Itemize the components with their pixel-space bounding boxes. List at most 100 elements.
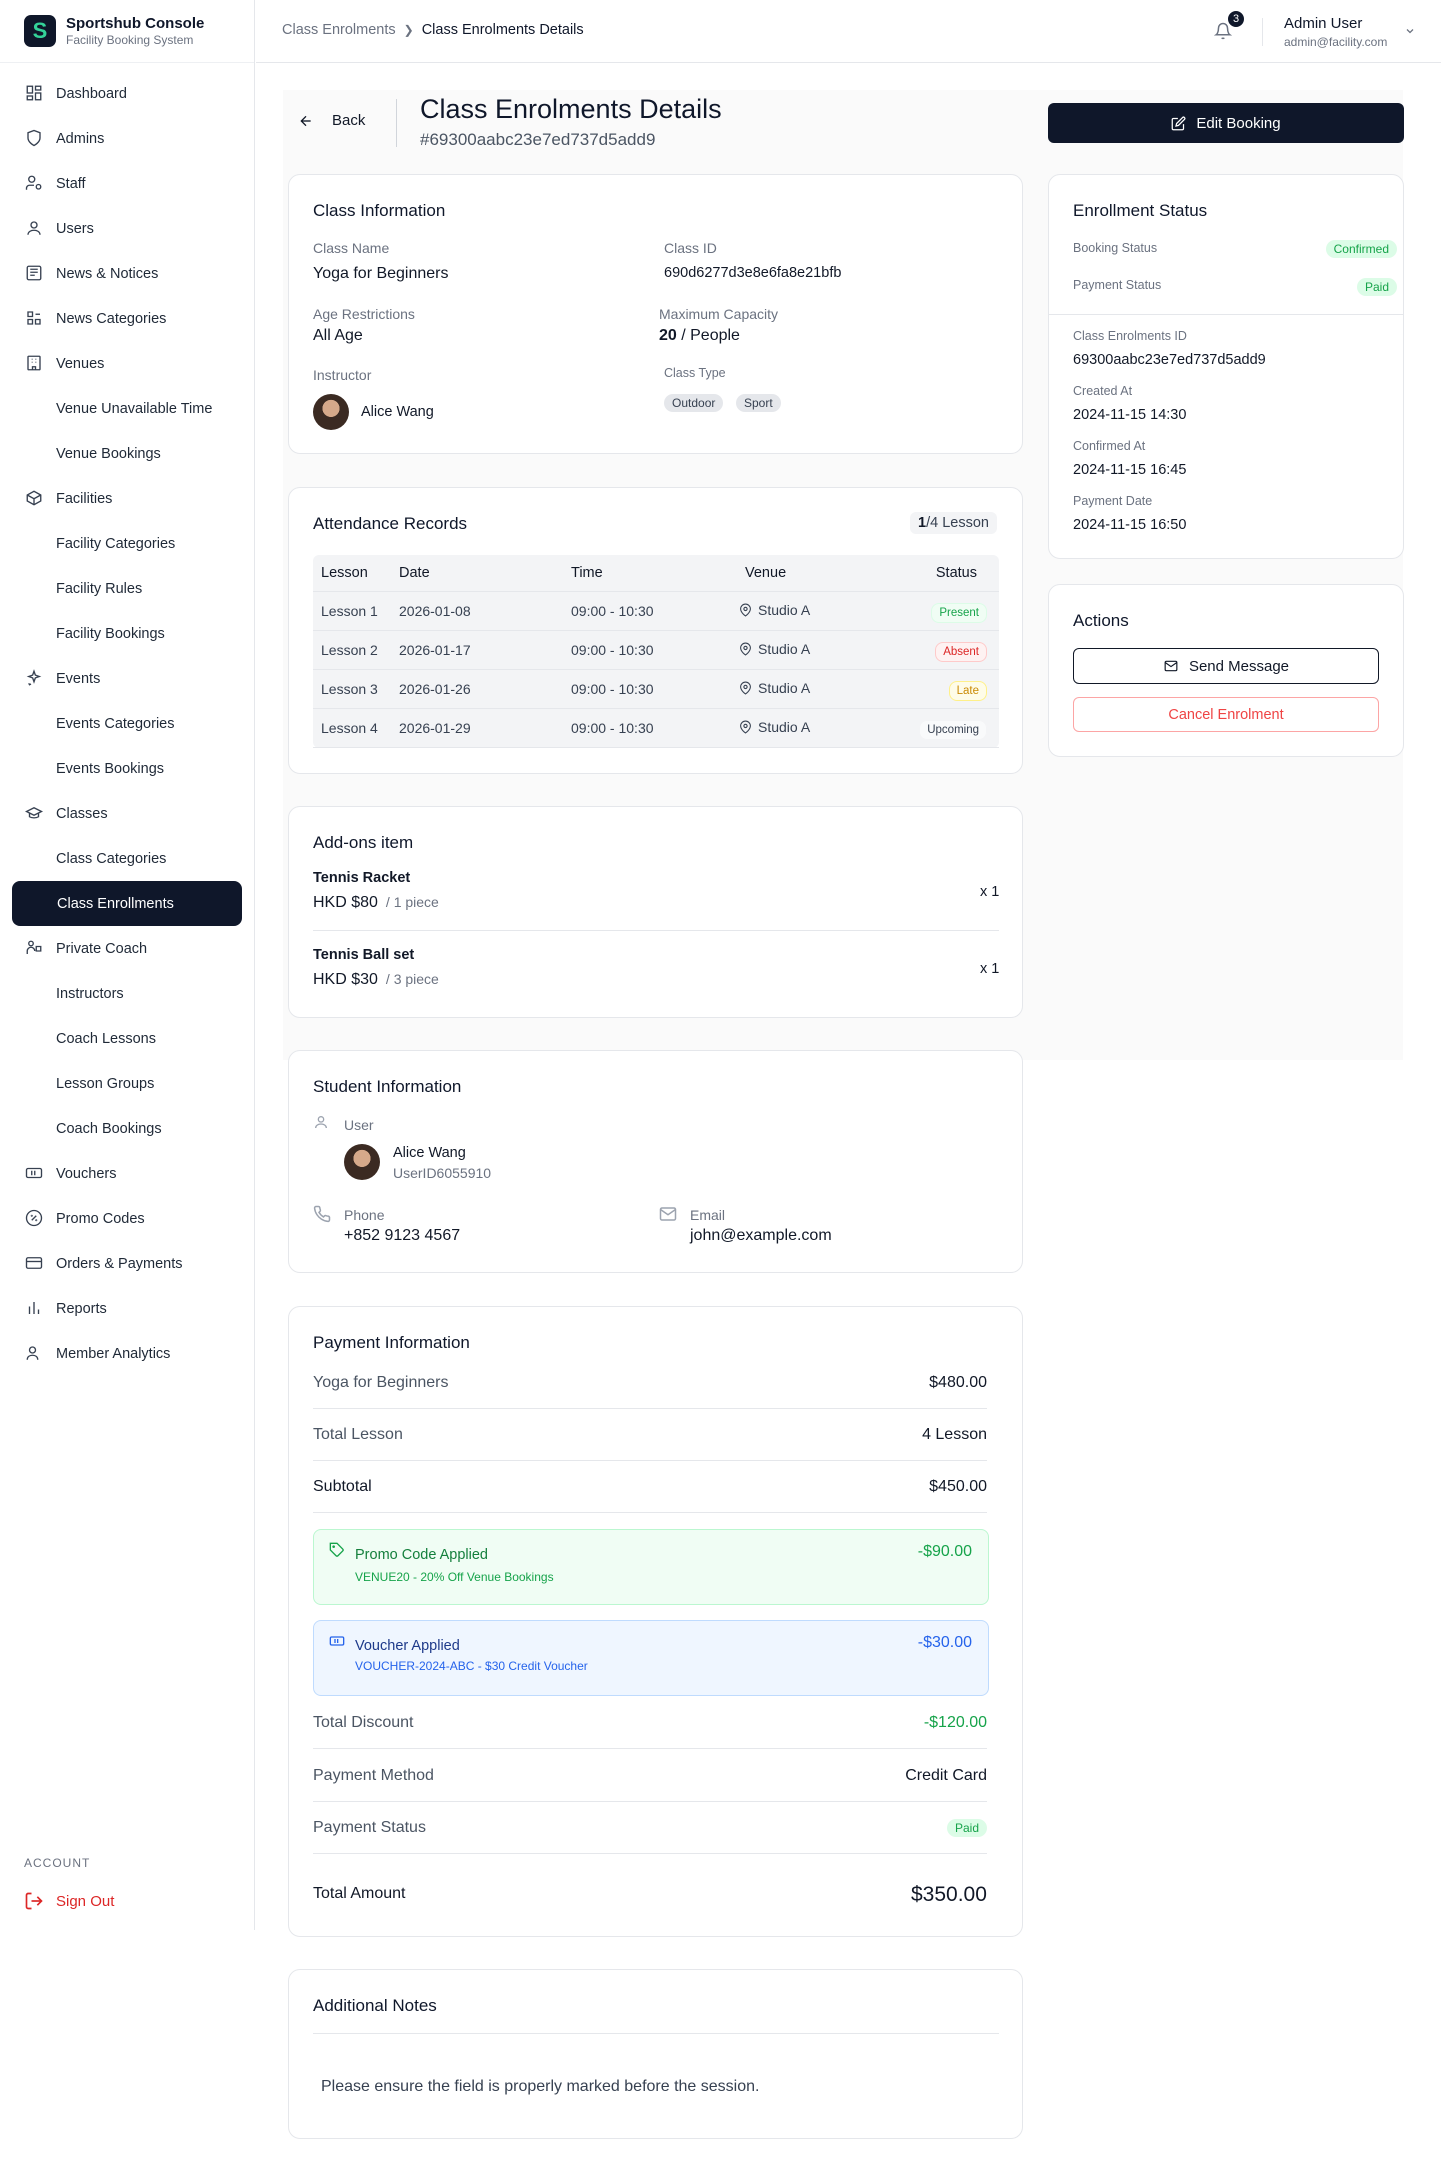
sidebar-item-classes[interactable]: Classes	[0, 791, 254, 836]
chevron-down-icon[interactable]	[1404, 24, 1416, 41]
sidebar-item-facility-categories[interactable]: Facility Categories	[0, 521, 254, 566]
back-button[interactable]: Back	[298, 112, 365, 129]
attendance-row: Lesson 2 2026-01-17 09:00 - 10:30 Studio A A…	[313, 630, 999, 670]
sidebar-item-class-categories[interactable]: Class Categories	[0, 836, 254, 881]
user-name[interactable]: Admin User	[1284, 15, 1362, 32]
edit-booking-button[interactable]: Edit Booking	[1048, 103, 1404, 143]
email-value[interactable]: john@example.com	[690, 1227, 832, 1245]
sidebar-item-instructors[interactable]: Instructors	[0, 971, 254, 1016]
status-badge: Absent	[935, 641, 987, 662]
sidebar-item-label: Admins	[56, 130, 105, 147]
shield-icon	[24, 128, 44, 148]
venue-cell: Studio A	[739, 669, 862, 709]
arrow-left-icon	[300, 115, 311, 126]
lesson-cell: Lesson 4	[313, 708, 399, 748]
payment-date-value: 2024-11-15 16:50	[1073, 517, 1187, 533]
sidebar-item-label: News Categories	[56, 310, 167, 327]
sidebar-item-events[interactable]: Events	[0, 656, 254, 701]
cancel-enrolment-button[interactable]: Cancel Enrolment	[1073, 697, 1379, 732]
confirmed-at-label: Confirmed At	[1073, 439, 1146, 453]
send-message-button[interactable]: Send Message	[1073, 648, 1379, 684]
col-date: Date	[399, 555, 571, 592]
map-pin-icon	[739, 603, 752, 620]
sidebar-item-news-notices[interactable]: News & Notices	[0, 251, 254, 296]
sidebar-item-coach-lessons[interactable]: Coach Lessons	[0, 1016, 254, 1061]
sidebar-item-events-bookings[interactable]: Events Bookings	[0, 746, 254, 791]
total-discount-label: Total Discount	[313, 1713, 414, 1731]
date-cell: 2026-01-29	[399, 708, 571, 748]
sidebar-item-label: Staff	[56, 175, 86, 192]
lesson-cell: Lesson 3	[313, 669, 399, 709]
credit-card-icon	[24, 1253, 44, 1273]
sidebar-item-venue-unavailable-time[interactable]: Venue Unavailable Time	[0, 386, 254, 431]
categories-icon	[24, 308, 44, 328]
sidebar-item-label: Events Bookings	[56, 760, 165, 777]
time-cell: 09:00 - 10:30	[571, 708, 739, 748]
date-cell: 2026-01-26	[399, 669, 571, 709]
sidebar-item-orders-payments[interactable]: Orders & Payments	[0, 1241, 254, 1286]
booking-status-badge: Confirmed	[1325, 240, 1397, 258]
sidebar: S Sportshub Console Facility Booking Sys…	[0, 0, 255, 1930]
notes-divider	[313, 2033, 999, 2034]
sidebar-item-label: Member Analytics	[56, 1345, 171, 1362]
sidebar-item-venues[interactable]: Venues	[0, 341, 254, 386]
payment-row-lessons: Total Lesson 4 Lesson	[313, 1409, 987, 1461]
capacity-unit: / People	[676, 327, 740, 344]
class-id-value: 690d6277d3e8e6fa8e21bfb	[664, 265, 842, 281]
payment-status-label: Payment Status	[313, 1818, 426, 1836]
sidebar-item-admins[interactable]: Admins	[0, 116, 254, 161]
attendance-done: 1	[918, 515, 927, 531]
sidebar-item-reports[interactable]: Reports	[0, 1286, 254, 1331]
sidebar-item-dashboard[interactable]: Dashboard	[0, 71, 254, 116]
capacity-value: 20 / People	[659, 327, 740, 345]
enrollment-heading: Enrollment Status	[1073, 201, 1208, 220]
sidebar-item-users[interactable]: Users	[0, 206, 254, 251]
sign-out-icon	[25, 1892, 43, 1910]
sidebar-item-facilities[interactable]: Facilities	[0, 476, 254, 521]
sidebar-item-class-enrollments[interactable]: Class Enrollments	[12, 881, 242, 926]
building-icon	[24, 353, 44, 373]
newspaper-icon	[24, 263, 44, 283]
page-booking-id: #69300aabc23e7ed737d5add9	[420, 130, 656, 149]
sidebar-item-coach-bookings[interactable]: Coach Bookings	[0, 1106, 254, 1151]
sidebar-item-facility-bookings[interactable]: Facility Bookings	[0, 611, 254, 656]
status-cell: Absent	[861, 630, 999, 670]
sidebar-item-facility-rules[interactable]: Facility Rules	[0, 566, 254, 611]
addon-quantity: x 1	[980, 884, 1000, 900]
course-name: Yoga for Beginners	[313, 1373, 449, 1391]
payment-row-method: Payment Method Credit Card	[313, 1750, 987, 1802]
sidebar-item-private-coach[interactable]: Private Coach	[0, 926, 254, 971]
sidebar-item-label: Class Enrollments	[57, 895, 174, 912]
age-label: Age Restrictions	[313, 306, 415, 322]
date-cell: 2026-01-08	[399, 591, 571, 631]
sidebar-item-news-categories[interactable]: News Categories	[0, 296, 254, 341]
sidebar-item-label: Venue Bookings	[56, 445, 161, 462]
attendance-table: Lesson Date Time Venue Status Lesson 1 20…	[313, 555, 999, 748]
sidebar-item-venue-bookings[interactable]: Venue Bookings	[0, 431, 254, 476]
attendance-count-badge: 1/4 Lesson	[910, 512, 997, 534]
sidebar-item-promo-codes[interactable]: Promo Codes	[0, 1196, 254, 1241]
col-lesson: Lesson	[313, 555, 399, 592]
coach-icon	[24, 938, 44, 958]
payment-status-badge: Paid	[946, 1818, 987, 1837]
class-name-value: Yoga for Beginners	[313, 265, 449, 282]
sidebar-item-label: Facility Bookings	[56, 625, 165, 642]
sidebar-item-lesson-groups[interactable]: Lesson Groups	[0, 1061, 254, 1106]
sidebar-item-vouchers[interactable]: Vouchers	[0, 1151, 254, 1196]
user-icon	[315, 1116, 327, 1129]
subtotal-label: Subtotal	[313, 1477, 372, 1495]
voucher-amount: -$30.00	[917, 1634, 972, 1651]
notes-text: Please ensure the field is properly mark…	[321, 2078, 760, 2095]
top-header: Class Enrolments ❯ Class Enrolments Deta…	[256, 0, 1441, 63]
sidebar-item-label: Facilities	[56, 490, 113, 507]
sidebar-item-staff[interactable]: Staff	[0, 161, 254, 206]
sidebar-item-events-categories[interactable]: Events Categories	[0, 701, 254, 746]
sign-out-button[interactable]: Sign Out	[24, 1891, 114, 1911]
breadcrumb-parent[interactable]: Class Enrolments	[282, 22, 396, 38]
brand[interactable]: S Sportshub Console Facility Booking Sys…	[0, 0, 254, 63]
payment-method-value: Credit Card	[905, 1766, 987, 1784]
brand-subtitle: Facility Booking System	[66, 33, 194, 47]
sidebar-item-label: Orders & Payments	[56, 1255, 183, 1272]
sidebar-item-member-analytics[interactable]: Member Analytics	[0, 1331, 254, 1376]
notification-count-badge: 3	[1226, 9, 1246, 29]
